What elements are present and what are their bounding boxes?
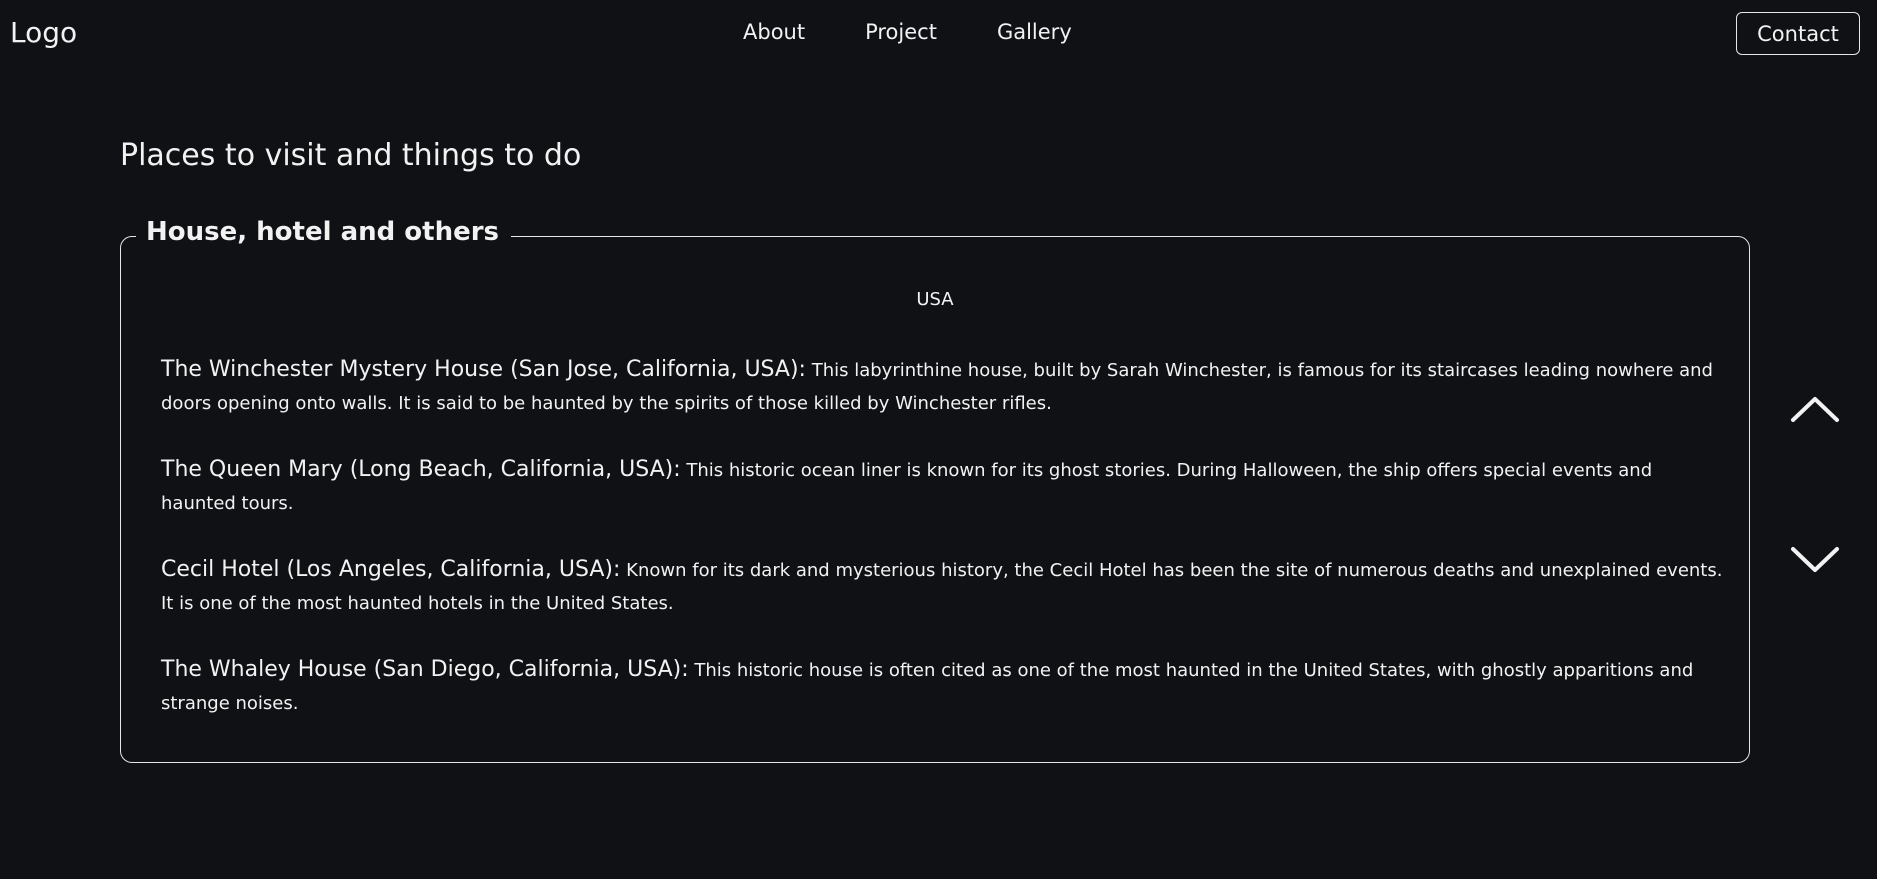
region-label: USA xyxy=(916,289,954,310)
scroll-up-button[interactable] xyxy=(1790,394,1840,424)
nav-project[interactable]: Project xyxy=(865,20,937,44)
panel-legend: House, hotel and others xyxy=(136,217,512,247)
entry-name: Cecil Hotel (Los Angeles, California, US… xyxy=(161,557,621,582)
entry-name: The Winchester Mystery House (San Jose, … xyxy=(161,357,806,382)
main-nav: About Project Gallery xyxy=(743,20,1072,44)
contact-button[interactable]: Contact xyxy=(1736,12,1860,55)
entry-name: The Whaley House (San Diego, California,… xyxy=(161,657,689,682)
entry-name: The Queen Mary (Long Beach, California, … xyxy=(161,457,681,482)
nav-about[interactable]: About xyxy=(743,20,805,44)
logo[interactable]: Logo xyxy=(10,16,77,49)
list-item: The Queen Mary (Long Beach, California, … xyxy=(161,453,1731,520)
list-item: Cecil Hotel (Los Angeles, California, US… xyxy=(161,553,1731,620)
list-item: The Whaley House (San Diego, California,… xyxy=(161,653,1731,720)
chevron-up-icon xyxy=(1791,397,1839,422)
places-panel: House, hotel and others USA The Winchest… xyxy=(120,217,1750,763)
nav-gallery[interactable]: Gallery xyxy=(997,20,1072,44)
page-title: Places to visit and things to do xyxy=(120,138,582,173)
list-item: The Winchester Mystery House (San Jose, … xyxy=(161,353,1731,420)
site-header: Logo About Project Gallery Contact xyxy=(0,0,1877,68)
entries-list: The Winchester Mystery House (San Jose, … xyxy=(161,353,1731,753)
chevron-down-icon xyxy=(1791,547,1839,572)
scroll-down-button[interactable] xyxy=(1790,545,1840,575)
